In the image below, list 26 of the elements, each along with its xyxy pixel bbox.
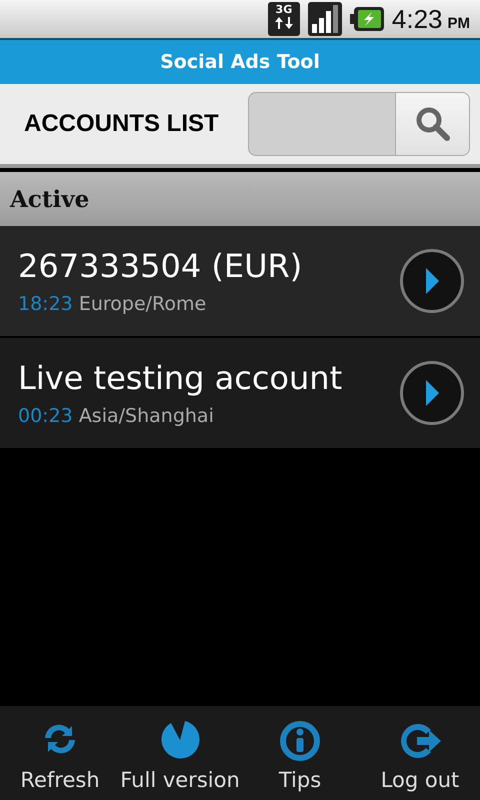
network-icon: 3G: [268, 2, 300, 36]
account-name: Live testing account: [18, 359, 342, 397]
battery-icon: [350, 6, 384, 32]
app-title: Social Ads Tool: [160, 51, 320, 73]
clock-period: PM: [448, 14, 470, 32]
local-time: 18:23: [18, 293, 73, 315]
account-row[interactable]: 267333504 (EUR) 18:23 Europe/Rome: [0, 226, 480, 338]
timezone: Europe/Rome: [78, 293, 206, 315]
timezone: Asia/Shanghai: [78, 405, 214, 427]
toolbar-button[interactable]: Full version: [120, 706, 240, 800]
play-icon: [424, 267, 440, 295]
search-field[interactable]: [248, 92, 470, 156]
account-row[interactable]: Live testing account 00:23 Asia/Shanghai: [0, 338, 480, 450]
toolbar-button[interactable]: Log out: [360, 706, 480, 800]
toolbar-button[interactable]: Tips: [240, 706, 360, 800]
play-icon: [424, 379, 440, 407]
signal-icon: [308, 2, 342, 36]
info-icon: [277, 718, 323, 764]
account-name: 267333504 (EUR): [18, 247, 302, 285]
toolbar-button[interactable]: Refresh: [0, 706, 120, 800]
search-icon: [414, 106, 450, 142]
local-time: 00:23: [18, 405, 73, 427]
section-title: Active: [10, 186, 90, 212]
search-button[interactable]: [395, 93, 469, 155]
clock-time: 4:23: [392, 4, 442, 34]
page-title: ACCOUNTS LIST: [24, 110, 219, 138]
